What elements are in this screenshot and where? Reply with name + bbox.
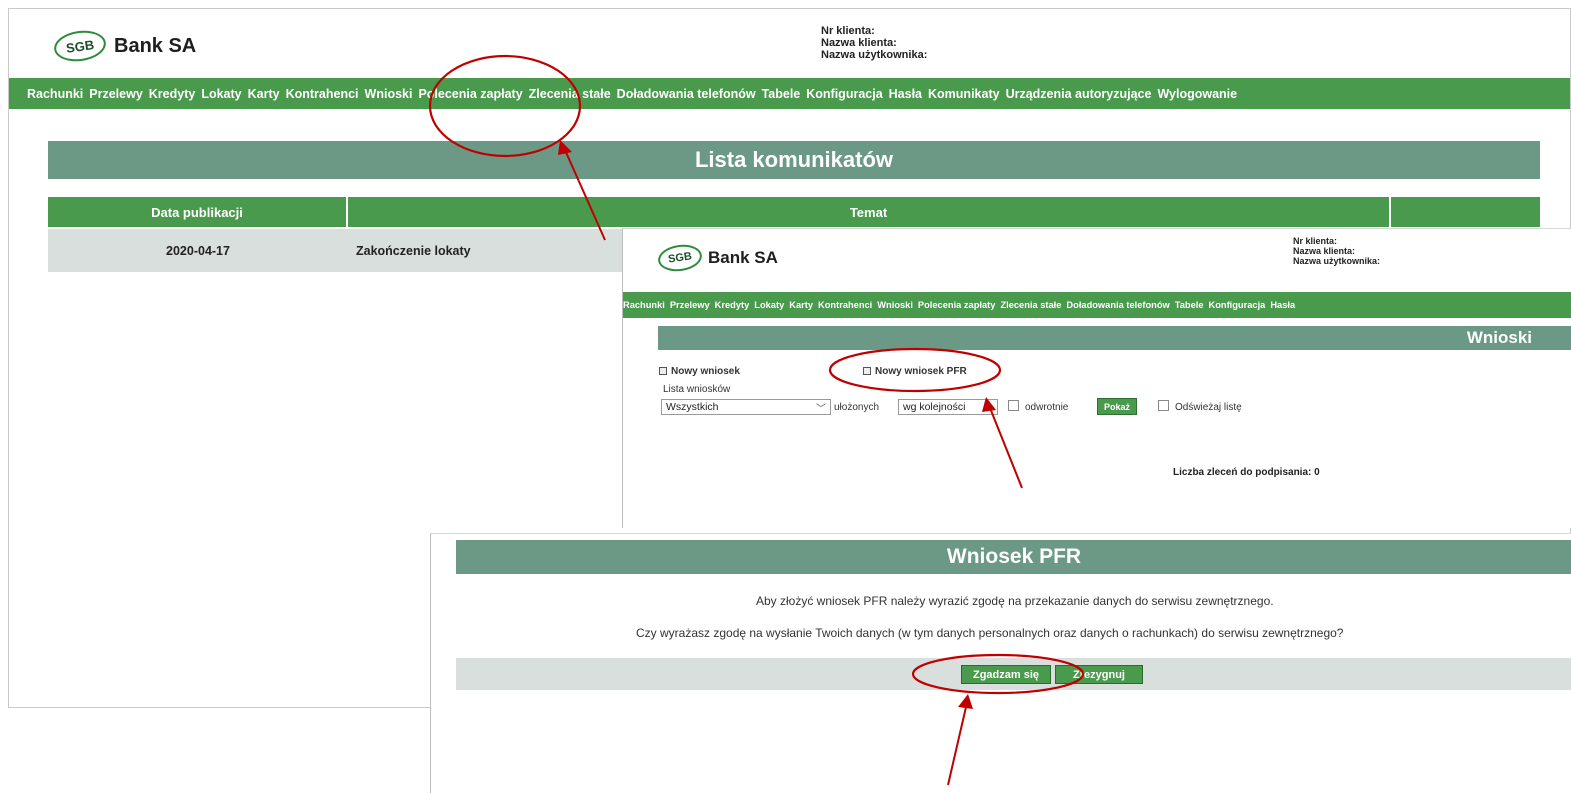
- highlight-ellipse-agree: [911, 653, 1085, 695]
- arrow-head-pfr-link: [982, 397, 996, 412]
- arrow-line-agree: [947, 706, 967, 786]
- arrow-head-wnioski: [558, 140, 572, 155]
- highlight-ellipse-pfr-link: [828, 347, 1002, 393]
- arrow-line-wnioski: [564, 149, 606, 241]
- highlight-ellipse-wnioski: [428, 54, 582, 158]
- annotation-overlay: [428, 54, 1085, 786]
- arrow-line-pfr-link: [989, 407, 1023, 489]
- arrow-head-agree: [958, 694, 973, 709]
